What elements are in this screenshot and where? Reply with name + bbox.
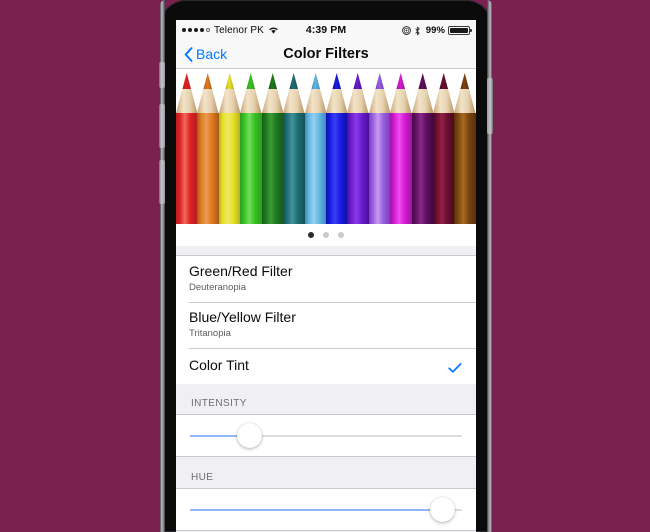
pencil-purple — [411, 69, 434, 224]
pencil-sky-blue — [304, 69, 326, 224]
section-header-intensity: INTENSITY — [176, 384, 476, 414]
section-gap — [176, 246, 476, 255]
power-button[interactable] — [487, 78, 493, 134]
slider-sections: INTENSITY HUE — [176, 384, 476, 531]
filter-row-1[interactable]: Blue/Yellow Filter Tritanopia — [176, 302, 476, 348]
pencil-lavender — [368, 69, 391, 224]
pencil-tip-brown — [454, 69, 476, 113]
rotation-lock-icon — [401, 25, 411, 35]
volume-down-button[interactable] — [159, 160, 165, 204]
pencil-barrel-lavender — [368, 113, 391, 224]
hue-slider-thumb[interactable] — [430, 497, 456, 522]
pencil-barrel-sky-blue — [304, 113, 326, 224]
volume-up-button[interactable] — [159, 104, 165, 148]
battery-percent-label: 99% — [425, 24, 446, 36]
status-bar-right: 99% — [346, 24, 473, 36]
pencil-tip-purple — [411, 69, 434, 113]
pencil-tip-maroon — [433, 69, 455, 113]
hue-slider-track[interactable] — [190, 508, 462, 511]
pencil-tip-magenta — [390, 69, 412, 113]
pencil-tip-light-green — [240, 69, 262, 113]
pencil-violet — [347, 69, 369, 224]
signal-strength-icon — [182, 28, 210, 32]
pencil-tip-sky-blue — [304, 69, 326, 113]
pencil-barrel-red — [176, 113, 198, 224]
pencil-dark-green — [261, 69, 284, 224]
clock-label: 4:39 PM — [305, 24, 347, 36]
filter-row-title: Color Tint — [189, 357, 249, 373]
pencil-tip-yellow — [218, 69, 241, 113]
pencil-teal — [283, 69, 305, 224]
pencil-tip-violet — [347, 69, 369, 113]
pencil-barrel-magenta — [390, 113, 412, 224]
pencil-magenta — [390, 69, 412, 224]
page-dot-2[interactable] — [338, 232, 344, 238]
intensity-slider-track[interactable] — [190, 434, 462, 437]
intensity-slider[interactable] — [176, 414, 476, 457]
filter-row-subtitle: Deuteranopia — [189, 282, 247, 293]
filter-options-list: Green/Red Filter Deuteranopia Blue/Yellow … — [176, 255, 476, 384]
pencil-tip-teal — [283, 69, 305, 113]
filter-row-title: Green/Red Filter — [189, 263, 293, 279]
pencil-maroon — [433, 69, 455, 224]
phone-screen: Telenor PK 4:39 PM 99% Back Color Filter… — [176, 20, 476, 532]
pencil-barrel-violet — [347, 113, 369, 224]
filter-row-subtitle: Tritanopia — [189, 328, 231, 339]
pencil-barrel-yellow — [218, 113, 241, 224]
section-header-hue: HUE — [176, 458, 476, 488]
navigation-bar: Back Color Filters — [176, 40, 476, 69]
pencil-barrel-purple — [411, 113, 434, 224]
filter-row-title: Blue/Yellow Filter — [189, 309, 296, 325]
hue-slider[interactable] — [176, 488, 476, 531]
status-bar-left: Telenor PK — [182, 25, 306, 36]
hue-slider-fill — [190, 508, 443, 511]
pencil-tip-dark-green — [261, 69, 284, 113]
pencil-barrel-teal — [283, 113, 305, 224]
checkmark-icon — [448, 361, 462, 373]
ring-silent-switch[interactable] — [159, 62, 165, 88]
pencil-barrel-brown — [454, 113, 476, 224]
status-bar: Telenor PK 4:39 PM 99% — [176, 20, 476, 40]
pencil-tip-lavender — [368, 69, 391, 113]
iphone-device-frame: Telenor PK 4:39 PM 99% Back Color Filter… — [159, 0, 493, 532]
page-dot-0[interactable] — [308, 232, 314, 238]
filter-row-2[interactable]: Color Tint — [176, 348, 476, 384]
pencil-brown — [454, 69, 476, 224]
pencil-barrel-orange — [197, 113, 219, 224]
wifi-icon — [268, 26, 279, 34]
intensity-slider-thumb[interactable] — [237, 423, 263, 448]
bluetooth-icon — [414, 26, 423, 35]
pencil-tip-blue — [325, 69, 348, 113]
pencil-tip-orange — [197, 69, 219, 113]
pencil-barrel-blue — [325, 113, 348, 224]
pencil-tip-red — [176, 69, 198, 113]
filter-row-0[interactable]: Green/Red Filter Deuteranopia — [176, 256, 476, 302]
pencil-light-green — [240, 69, 262, 224]
color-preview-image[interactable] — [176, 69, 476, 224]
back-button[interactable]: Back — [184, 46, 227, 62]
page-dot-1[interactable] — [323, 232, 329, 238]
carrier-label: Telenor PK — [214, 24, 264, 36]
back-button-label: Back — [196, 46, 228, 62]
pencil-barrel-maroon — [433, 113, 455, 224]
pencil-orange — [197, 69, 219, 224]
pencil-barrel-light-green — [240, 113, 262, 224]
pencil-red — [176, 69, 198, 224]
pencil-barrel-dark-green — [261, 113, 284, 224]
battery-icon — [448, 25, 473, 35]
pencil-yellow — [218, 69, 241, 224]
page-indicator[interactable] — [176, 224, 476, 246]
chevron-left-icon — [184, 46, 193, 62]
pencil-blue — [325, 69, 348, 224]
